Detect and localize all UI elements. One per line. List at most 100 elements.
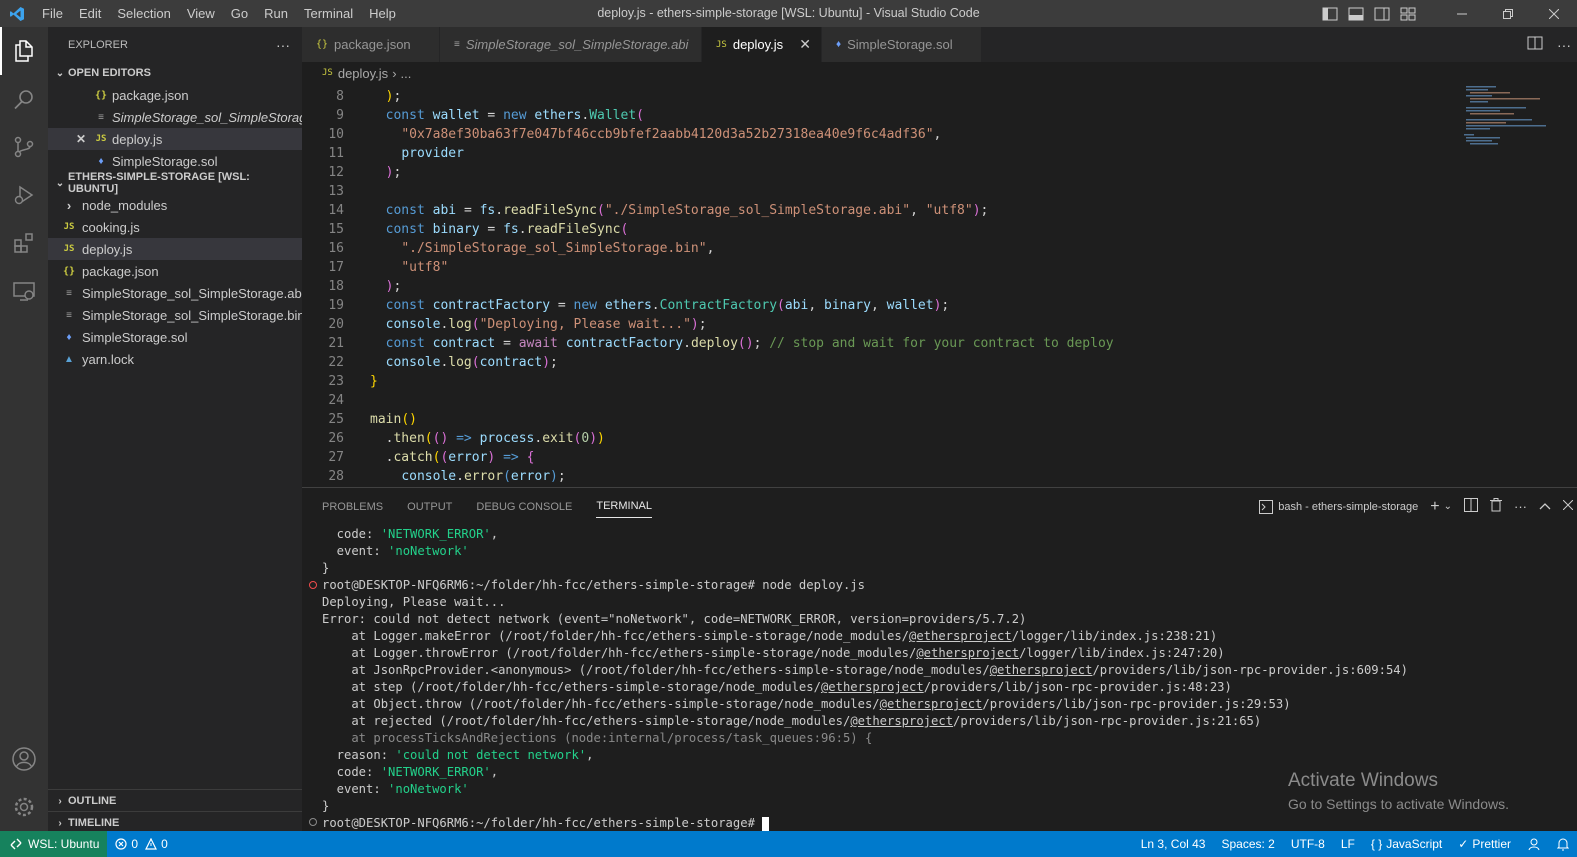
- menu-file[interactable]: File: [34, 6, 71, 21]
- terminal-text: at JsonRpcProvider.<anonymous> (/root/fo…: [322, 663, 1408, 677]
- terminal-prompt-line[interactable]: root@DESKTOP-NFQ6RM6:~/folder/hh-fcc/eth…: [322, 815, 770, 832]
- error-icon: [115, 838, 127, 850]
- tab-terminal[interactable]: TERMINAL: [596, 496, 652, 518]
- tab-problems[interactable]: PROBLEMS: [322, 488, 383, 525]
- open-editor-abi[interactable]: ≡ SimpleStorage_sol_SimpleStorag...: [48, 106, 302, 128]
- file-abi[interactable]: ≡ SimpleStorage_sol_SimpleStorage.abi: [48, 282, 302, 304]
- kill-terminal-icon[interactable]: [1490, 498, 1502, 515]
- file-deploy-js[interactable]: JS deploy.js: [48, 238, 302, 260]
- source-control-icon[interactable]: [0, 123, 48, 171]
- tab-label: package.json: [334, 37, 411, 52]
- breadcrumb-file[interactable]: deploy.js: [338, 66, 388, 81]
- editor-tabs: {} package.json ≡ SimpleStorage_sol_Simp…: [302, 27, 1577, 62]
- open-editor-label: package.json: [112, 87, 189, 103]
- tab-package-json[interactable]: {} package.json: [302, 27, 440, 62]
- menu-bar: File Edit Selection View Go Run Terminal…: [34, 0, 404, 27]
- indentation[interactable]: Spaces: 2: [1213, 837, 1282, 851]
- file-bin[interactable]: ≡ SimpleStorage_sol_SimpleStorage.bin: [48, 304, 302, 326]
- encoding[interactable]: UTF-8: [1283, 837, 1333, 851]
- terminal-text: event: 'noNetwork': [322, 544, 469, 558]
- menu-help[interactable]: Help: [361, 6, 404, 21]
- split-editor-icon[interactable]: [1527, 36, 1543, 53]
- file-cooking-js[interactable]: JS cooking.js: [48, 216, 302, 238]
- remote-explorer-icon[interactable]: [0, 267, 48, 315]
- tab-output[interactable]: OUTPUT: [407, 488, 452, 525]
- customize-layout-icon[interactable]: [1399, 5, 1417, 23]
- prettier-status[interactable]: ✓ Prettier: [1450, 837, 1519, 851]
- tab-label: SimpleStorage_sol_SimpleStorage.abi: [465, 37, 689, 52]
- language-mode[interactable]: { } JavaScript: [1363, 837, 1450, 851]
- minimap[interactable]: [1462, 84, 1577, 487]
- file-simplestorage-sol[interactable]: ♦ SimpleStorage.sol: [48, 326, 302, 348]
- file-package-json[interactable]: {} package.json: [48, 260, 302, 282]
- tab-simplestorage-sol[interactable]: ♦ SimpleStorage.sol: [822, 27, 982, 62]
- open-editor-package-json[interactable]: {} package.json: [48, 84, 302, 106]
- accounts-icon[interactable]: [0, 735, 48, 783]
- close-tab-icon[interactable]: ✕: [799, 36, 811, 53]
- json-file-icon: {}: [94, 89, 108, 101]
- end-of-line[interactable]: LF: [1333, 837, 1363, 851]
- terminal-line: event: 'noNetwork': [322, 543, 469, 560]
- close-panel-icon[interactable]: [1562, 499, 1574, 513]
- more-actions-icon[interactable]: ···: [1557, 37, 1571, 53]
- tab-abi[interactable]: ≡ SimpleStorage_sol_SimpleStorage.abi: [440, 27, 702, 62]
- menu-go[interactable]: Go: [223, 6, 256, 21]
- line-number: 26: [328, 431, 344, 446]
- restore-icon[interactable]: [1485, 0, 1531, 27]
- toggle-panel-icon[interactable]: [1347, 5, 1365, 23]
- title-bar: File Edit Selection View Go Run Terminal…: [0, 0, 1577, 27]
- tab-debug-console[interactable]: DEBUG CONSOLE: [476, 488, 572, 525]
- maximize-panel-icon[interactable]: [1539, 501, 1551, 513]
- line-number: 13: [328, 184, 344, 199]
- workspace-header[interactable]: ⌄ ETHERS-SIMPLE-STORAGE [WSL: UBUNTU]: [48, 171, 302, 195]
- extensions-icon[interactable]: [0, 219, 48, 267]
- terminal-selector[interactable]: bash - ethers-simple-storage: [1259, 499, 1418, 514]
- open-editor-simplestorage-sol[interactable]: ♦ SimpleStorage.sol: [48, 150, 302, 172]
- code-editor[interactable]: 8 ); 9 const wallet = new ethers.Wallet(…: [302, 84, 1462, 487]
- cursor-position[interactable]: Ln 3, Col 43: [1133, 837, 1214, 851]
- close-window-icon[interactable]: [1531, 0, 1577, 27]
- terminal-cursor: [762, 816, 770, 831]
- problems-indicator[interactable]: 0 0: [107, 837, 175, 851]
- chevron-down-icon[interactable]: ⌄: [1444, 501, 1452, 512]
- command-pending-icon[interactable]: [309, 818, 317, 826]
- outline-header[interactable]: › OUTLINE: [48, 790, 302, 812]
- menu-edit[interactable]: Edit: [71, 6, 109, 21]
- panel-more-icon[interactable]: ···: [1514, 499, 1527, 514]
- close-icon[interactable]: ✕: [72, 132, 90, 146]
- split-terminal-icon[interactable]: [1464, 498, 1478, 515]
- folder-node-modules[interactable]: › node_modules: [48, 194, 302, 216]
- explorer-icon[interactable]: [0, 27, 48, 75]
- open-editors-header[interactable]: ⌄ OPEN EDITORS: [48, 62, 302, 84]
- command-error-icon[interactable]: [309, 581, 317, 589]
- explorer-more-icon[interactable]: ···: [276, 37, 290, 53]
- remote-indicator[interactable]: WSL: Ubuntu: [0, 831, 108, 857]
- menu-run[interactable]: Run: [256, 6, 296, 21]
- menu-terminal[interactable]: Terminal: [296, 6, 361, 21]
- terminal-line: at Logger.makeError (/root/folder/hh-fcc…: [322, 628, 1217, 645]
- terminal-line: root@DESKTOP-NFQ6RM6:~/folder/hh-fcc/eth…: [322, 577, 865, 594]
- menu-view[interactable]: View: [179, 6, 223, 21]
- remote-icon: [10, 838, 22, 850]
- minimize-icon[interactable]: [1439, 0, 1485, 27]
- search-icon[interactable]: [0, 75, 48, 123]
- toggle-secondary-sidebar-icon[interactable]: [1373, 5, 1391, 23]
- tab-deploy-js[interactable]: JS deploy.js ✕: [702, 27, 822, 62]
- terminal-text: event: 'noNetwork': [322, 782, 469, 796]
- remote-label: WSL: Ubuntu: [28, 837, 100, 851]
- watermark-title: Activate Windows: [1288, 770, 1438, 791]
- file-yarn-lock[interactable]: ▲ yarn.lock: [48, 348, 302, 370]
- toggle-primary-sidebar-icon[interactable]: [1321, 5, 1339, 23]
- js-file-icon: JS: [63, 222, 75, 232]
- js-file-icon: JS: [95, 134, 107, 144]
- terminal-line: at JsonRpcProvider.<anonymous> (/root/fo…: [322, 662, 1408, 679]
- breadcrumb-symbol[interactable]: ...: [401, 66, 412, 81]
- terminal-line: at step (/root/folder/hh-fcc/ethers-simp…: [322, 679, 1232, 696]
- manage-gear-icon[interactable]: [0, 783, 48, 831]
- feedback-icon[interactable]: [1519, 837, 1549, 851]
- menu-selection[interactable]: Selection: [109, 6, 178, 21]
- new-terminal-icon[interactable]: +: [1430, 498, 1439, 516]
- run-debug-icon[interactable]: [0, 171, 48, 219]
- notifications-icon[interactable]: [1549, 837, 1577, 851]
- open-editor-deploy-js[interactable]: ✕ JS deploy.js: [48, 128, 302, 150]
